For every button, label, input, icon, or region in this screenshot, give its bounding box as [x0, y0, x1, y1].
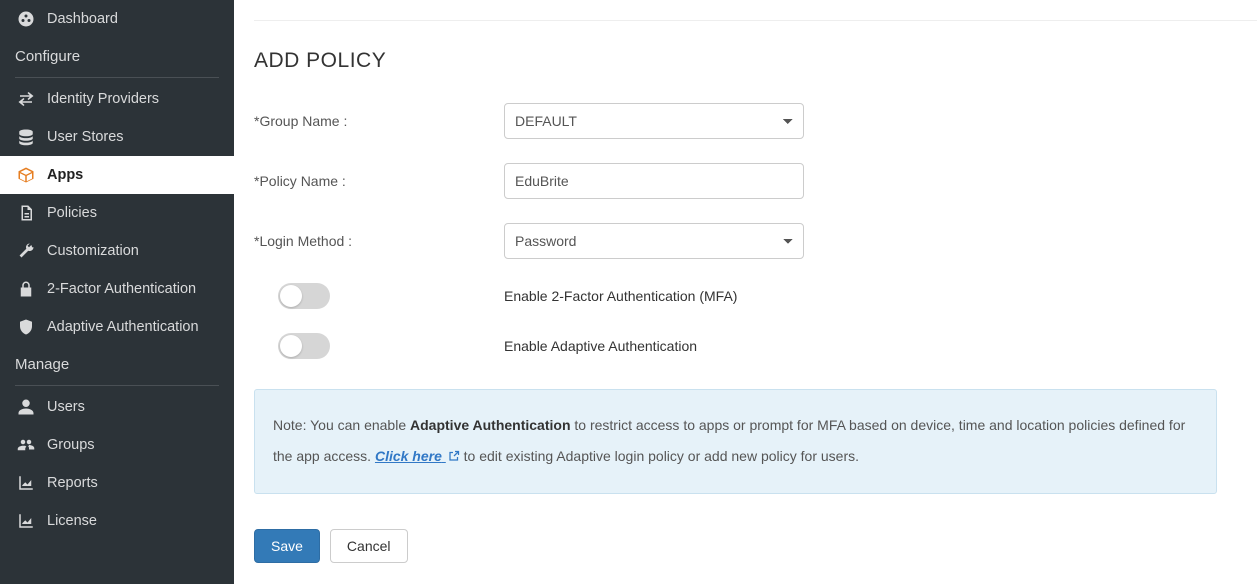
note-strong: Adaptive Authentication [410, 417, 571, 433]
user-icon [15, 398, 37, 416]
click-here-link[interactable]: Click here [375, 448, 460, 464]
mfa-toggle[interactable] [278, 283, 330, 309]
sidebar-item-identity-providers[interactable]: Identity Providers [0, 80, 234, 118]
sidebar-item-label: Dashboard [47, 11, 118, 27]
wrench-icon [15, 242, 37, 260]
sidebar-item-reports[interactable]: Reports [0, 464, 234, 502]
note-box: Note: You can enable Adaptive Authentica… [254, 389, 1217, 494]
cancel-button[interactable]: Cancel [330, 529, 408, 563]
database-icon [15, 128, 37, 146]
shield-icon [15, 318, 37, 336]
chart-icon [15, 512, 37, 530]
sidebar-item-users[interactable]: Users [0, 388, 234, 426]
login-method-label: *Login Method : [254, 233, 504, 249]
main-content: ADD POLICY *Group Name : DEFAULT *Policy… [234, 0, 1257, 584]
sidebar-item-label: Groups [47, 437, 95, 453]
top-divider [254, 20, 1257, 21]
toggle-knob [280, 285, 302, 307]
sidebar-item-label: License [47, 513, 97, 529]
users-icon [15, 436, 37, 454]
sidebar-item-label: Adaptive Authentication [47, 319, 199, 335]
sidebar-section-manage: Manage [0, 346, 234, 383]
sidebar-section-configure: Configure [0, 38, 234, 75]
form-row-adaptive-toggle: Enable Adaptive Authentication [254, 333, 1257, 359]
form-row-mfa-toggle: Enable 2-Factor Authentication (MFA) [254, 283, 1257, 309]
save-button[interactable]: Save [254, 529, 320, 563]
sidebar-divider [15, 385, 219, 386]
sidebar-item-user-stores[interactable]: User Stores [0, 118, 234, 156]
sidebar-item-label: Apps [47, 167, 83, 183]
sidebar: Dashboard Configure Identity Providers U… [0, 0, 234, 584]
sidebar-item-label: 2-Factor Authentication [47, 281, 196, 297]
sidebar-item-customization[interactable]: Customization [0, 232, 234, 270]
document-icon [15, 204, 37, 222]
adaptive-toggle[interactable] [278, 333, 330, 359]
sidebar-item-apps[interactable]: Apps [0, 156, 234, 194]
sidebar-item-license[interactable]: License [0, 502, 234, 540]
login-method-select[interactable]: Password [504, 223, 804, 259]
exchange-icon [15, 90, 37, 108]
group-name-label: *Group Name : [254, 113, 504, 129]
group-name-select[interactable]: DEFAULT [504, 103, 804, 139]
policy-name-label: *Policy Name : [254, 173, 504, 189]
policy-name-input[interactable] [504, 163, 804, 199]
mfa-toggle-label: Enable 2-Factor Authentication (MFA) [504, 288, 737, 304]
toggle-knob [280, 335, 302, 357]
sidebar-item-label: Reports [47, 475, 98, 491]
sidebar-divider [15, 77, 219, 78]
form-row-login-method: *Login Method : Password [254, 223, 1257, 259]
external-link-icon [448, 442, 460, 473]
chart-icon [15, 474, 37, 492]
lock-icon [15, 280, 37, 298]
form-row-policy-name: *Policy Name : [254, 163, 1257, 199]
sidebar-item-label: User Stores [47, 129, 124, 145]
sidebar-item-dashboard[interactable]: Dashboard [0, 0, 234, 38]
page-title: ADD POLICY [254, 49, 1257, 73]
adaptive-toggle-label: Enable Adaptive Authentication [504, 338, 697, 354]
sidebar-item-adaptive-auth[interactable]: Adaptive Authentication [0, 308, 234, 346]
dashboard-icon [15, 10, 37, 28]
sidebar-item-label: Policies [47, 205, 97, 221]
button-row: Save Cancel [254, 529, 1257, 563]
sidebar-item-2fa[interactable]: 2-Factor Authentication [0, 270, 234, 308]
cube-icon [15, 166, 37, 184]
sidebar-item-groups[interactable]: Groups [0, 426, 234, 464]
sidebar-item-label: Customization [47, 243, 139, 259]
sidebar-item-policies[interactable]: Policies [0, 194, 234, 232]
sidebar-item-label: Identity Providers [47, 91, 159, 107]
form-row-group-name: *Group Name : DEFAULT [254, 103, 1257, 139]
sidebar-item-label: Users [47, 399, 85, 415]
